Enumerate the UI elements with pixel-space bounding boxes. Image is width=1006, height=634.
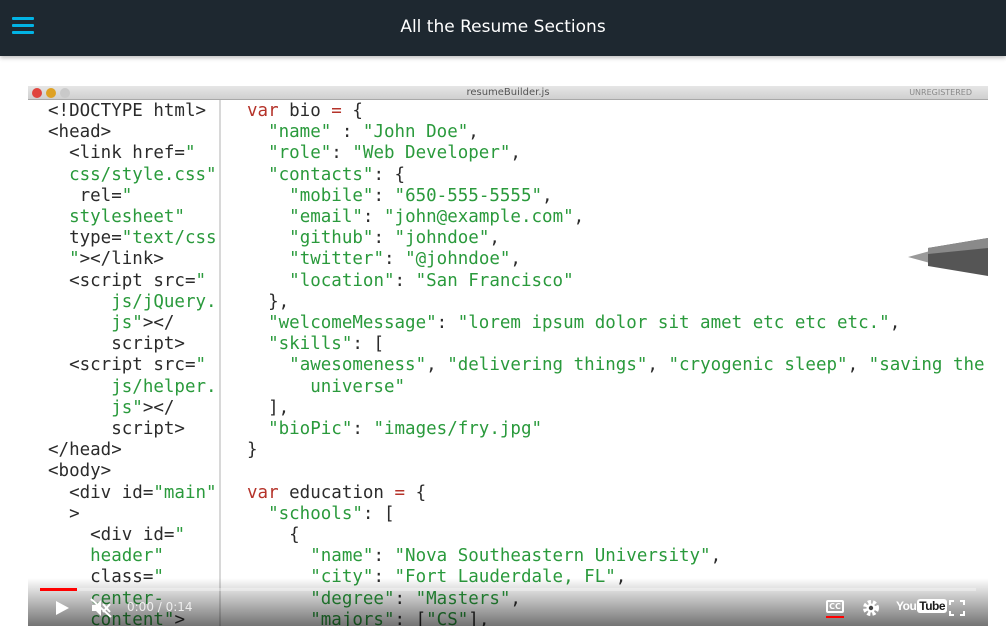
html-code-line: script> [48, 334, 185, 355]
video-player[interactable]: resumeBuilder.js UNREGISTERED <!DOCTYPE … [28, 86, 988, 626]
editor-license-label: UNREGISTERED [909, 88, 972, 97]
html-code-line: <body> [48, 461, 112, 482]
html-code-block: <!DOCTYPE html> <head> <link href=" css/s… [28, 100, 219, 626]
html-code-line: stylesheet" [48, 207, 185, 228]
youtube-logo-tube: Tube [917, 599, 948, 613]
js-code-line: "role": "Web Developer", [268, 143, 521, 164]
settings-gear-icon[interactable] [862, 599, 880, 617]
html-code-line: header" [48, 546, 164, 567]
js-code-line: "contacts": { [268, 164, 406, 185]
js-code-line: "awesomeness", "delivering things", "cry… [289, 355, 985, 376]
mute-icon[interactable] [90, 598, 112, 618]
html-code-line: script> [48, 419, 185, 440]
js-code-line: "bioPic": "images/fry.jpg" [268, 419, 543, 440]
html-code-line: js"></ [48, 313, 175, 334]
js-code-line: universe" [247, 376, 406, 397]
html-code-line: <div id=" [48, 525, 185, 546]
html-code-line: "></link> [48, 249, 164, 270]
js-code-line: { [247, 525, 300, 546]
html-code-line: <script src=" [48, 355, 207, 376]
js-code-line: var bio = { [247, 101, 363, 121]
code-pane-html: <!DOCTYPE html> <head> <link href=" css/s… [28, 100, 221, 626]
html-code-line: </head> [48, 440, 122, 461]
html-code-line: js/helper. [48, 376, 217, 397]
stylus-pen-icon [908, 238, 988, 276]
js-code-line: "schools": [ [268, 503, 395, 524]
code-pane-js: var bio = { "name" : "John Doe", "role":… [223, 100, 988, 626]
html-code-line: <link href=" [48, 143, 196, 164]
html-code-line: <head> [48, 122, 112, 143]
js-code-line: "github": "johndoe", [289, 228, 500, 249]
js-code-line: }, [247, 291, 290, 312]
progress-bar-fill [40, 588, 78, 591]
js-code-line: "location": "San Francisco" [289, 270, 574, 291]
closed-captions-icon[interactable]: CC [826, 600, 844, 613]
youtube-logo-you: You [896, 599, 917, 613]
js-code-block: var bio = { "name" : "John Doe", "role":… [223, 100, 988, 626]
js-code-line: "name": "Nova Southeastern University", [310, 546, 722, 567]
page-title: All the Resume Sections [400, 17, 606, 37]
youtube-logo[interactable]: You Tube [896, 599, 948, 613]
js-code-line: "email": "john@example.com", [289, 207, 585, 228]
html-code-line: > [48, 503, 80, 524]
play-icon[interactable] [54, 600, 70, 616]
html-code-line: <!DOCTYPE html> [48, 101, 207, 121]
html-code-line: type="text/css [48, 228, 217, 249]
js-code-line: var education = { [247, 482, 427, 503]
js-code-line: "skills": [ [268, 334, 384, 355]
js-code-line: "name" : "John Doe", [268, 122, 479, 143]
captions-active-indicator [826, 616, 844, 618]
html-code-line: <div id="main" [48, 482, 217, 503]
fullscreen-icon[interactable] [949, 600, 965, 616]
html-code-line: js"></ [48, 397, 175, 418]
js-code-line [247, 461, 988, 482]
editor-window-titlebar: resumeBuilder.js UNREGISTERED [28, 86, 988, 100]
js-code-line: } [247, 440, 258, 461]
html-code-line: rel=" [48, 185, 133, 206]
html-code-line: css/style.css" [48, 164, 217, 185]
progress-bar[interactable] [40, 588, 976, 591]
html-code-line: js/jQuery. [48, 291, 217, 312]
editor-filename: resumeBuilder.js [466, 87, 550, 98]
js-code-line: "twitter": "@johndoe", [289, 249, 521, 270]
html-code-line: <script src=" [48, 270, 207, 291]
top-navigation-bar: All the Resume Sections [0, 0, 1006, 56]
js-code-line: ], [247, 397, 290, 418]
js-code-line: "mobile": "650-555-5555", [289, 185, 553, 206]
time-display: 0:00 / 0:14 [127, 600, 193, 614]
js-code-line: "welcomeMessage": "lorem ipsum dolor sit… [268, 313, 901, 334]
video-controls-bar: 0:00 / 0:14 CC You Tube [28, 578, 988, 626]
